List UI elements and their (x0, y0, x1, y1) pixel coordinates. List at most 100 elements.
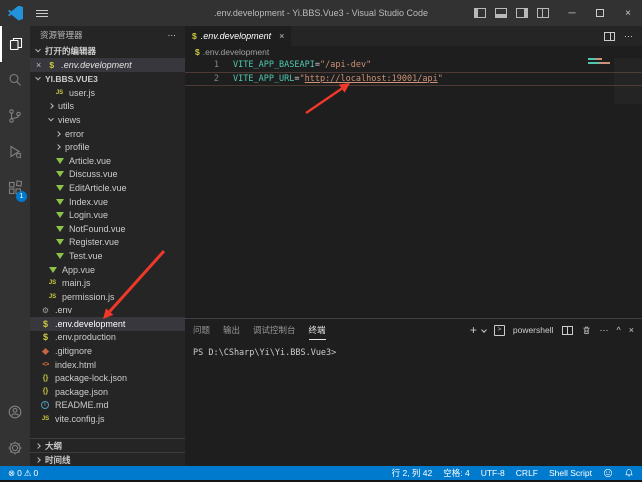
sidebar-item-run-debug[interactable] (0, 134, 30, 170)
minimize-button[interactable]: ─ (558, 0, 586, 26)
tree-item-user-js[interactable]: JSuser.js (30, 86, 185, 100)
status-item[interactable]: Shell Script (549, 468, 592, 478)
minimap[interactable] (588, 58, 612, 66)
run-debug-icon (7, 144, 23, 160)
warning-icon: ⚠ (24, 468, 32, 479)
timeline-section-header[interactable]: 时间线 (30, 452, 185, 466)
tree-item-label: .gitignore (55, 346, 92, 356)
minimap-slider[interactable] (614, 58, 642, 104)
tree-item-permission-js[interactable]: JSpermission.js (30, 290, 185, 304)
panel-tab-输出[interactable]: 输出 (223, 320, 240, 340)
tree-item--gitignore[interactable]: .gitignore (30, 344, 185, 358)
tab-label: .env.development (201, 31, 271, 41)
more-actions-icon[interactable]: ⋯ (168, 30, 178, 41)
terminal-output[interactable]: PS D:\CSharp\Yi\Yi.BBS.Vue3> (185, 341, 642, 466)
customize-layout-icon[interactable] (537, 8, 549, 18)
sidebar-item-search[interactable] (0, 62, 30, 98)
tree-item-profile[interactable]: profile (30, 140, 185, 154)
tree-item-vite-config-js[interactable]: JSvite.config.js (30, 412, 185, 426)
tree-item-discuss-vue[interactable]: Discuss.vue (30, 168, 185, 182)
status-item[interactable]: 行 2, 列 42 (392, 467, 433, 479)
status-item[interactable]: CRLF (516, 468, 538, 478)
breadcrumb-item[interactable]: .env.development (203, 47, 269, 57)
terminal-profile-label[interactable]: powershell (513, 325, 554, 335)
status-bar: ⊗ 0 ⚠ 0 行 2, 列 42 空格: 4 UTF-8 CRLF Shell Scr… (0, 466, 642, 480)
tree-item--env-production[interactable]: $ .env.production (30, 331, 185, 345)
tree-item-index-vue[interactable]: Index.vue (30, 195, 185, 209)
open-editor-item[interactable]: × $ .env.development (30, 58, 185, 72)
tree-item-register-vue[interactable]: Register.vue (30, 236, 185, 250)
project-section-header[interactable]: YI.BBS.VUE3 (30, 72, 185, 86)
tree-item-readme-md[interactable]: iREADME.md (30, 399, 185, 413)
editor-more-actions-icon[interactable]: ⋯ (624, 31, 633, 42)
close-editor-icon[interactable]: × (36, 60, 41, 70)
tree-item--env-development[interactable]: $.env.development (30, 317, 185, 331)
tree-item-editarticle-vue[interactable]: EditArticle.vue (30, 181, 185, 195)
menu-hamburger-icon[interactable] (36, 10, 48, 17)
panel-tab-终端[interactable]: 终端 (309, 320, 326, 340)
status-item[interactable]: UTF-8 (481, 468, 505, 478)
split-terminal-icon[interactable] (562, 326, 573, 335)
line-number: 2 (185, 73, 219, 86)
toggle-sidebar-icon[interactable] (474, 8, 486, 18)
maximize-panel-icon[interactable]: ^ (617, 325, 621, 335)
tree-item-article-vue[interactable]: Article.vue (30, 154, 185, 168)
panel-more-actions-icon[interactable]: ⋯ (600, 325, 609, 336)
url-link[interactable]: http://localhost:19001/api (305, 74, 438, 84)
new-terminal-icon[interactable]: + (470, 324, 477, 336)
tree-item-error[interactable]: error (30, 127, 185, 141)
sidebar-item-explorer[interactable] (0, 26, 30, 62)
env-file-icon: $ (40, 332, 51, 342)
panel-tab-问题[interactable]: 问题 (193, 320, 210, 340)
tree-item-app-vue[interactable]: App.vue (30, 263, 185, 277)
tree-item-utils[interactable]: utils (30, 100, 185, 114)
account-button[interactable] (0, 394, 30, 430)
close-tab-icon[interactable]: × (279, 31, 284, 41)
tree-item-views[interactable]: views (30, 113, 185, 127)
info-file-icon: i (41, 401, 49, 409)
settings-button[interactable] (0, 430, 30, 466)
tree-item-test-vue[interactable]: Test.vue (30, 249, 185, 263)
file-tree: JSuser.jsutils viewserrorprofileArticle.v… (30, 86, 185, 426)
status-item[interactable]: 空格: 4 (443, 467, 469, 479)
tree-item-login-vue[interactable]: Login.vue (30, 208, 185, 222)
tree-item-label: .env.production (55, 332, 116, 342)
html-file-icon: <> (40, 361, 51, 368)
open-editors-header[interactable]: 打开的编辑器 (30, 44, 185, 58)
notifications-bell-icon[interactable] (624, 468, 634, 478)
tree-item-label: utils (58, 101, 74, 111)
sidebar-item-source-control[interactable] (0, 98, 30, 134)
vue-file-icon (54, 226, 65, 232)
breadcrumb[interactable]: $ .env.development (185, 46, 642, 58)
code-editor[interactable]: 1 VITE_APP_BASEAPI="/api-dev" 2 VITE_APP… (185, 58, 642, 318)
tree-item-notfound-vue[interactable]: NotFound.vue (30, 222, 185, 236)
search-icon (7, 72, 23, 88)
tree-item-package-json[interactable]: {}package.json (30, 385, 185, 399)
tree-item-label: main.js (62, 278, 91, 288)
split-editor-icon[interactable] (604, 32, 615, 41)
problems-status[interactable]: ⊗ 0 ⚠ 0 (8, 468, 38, 479)
tree-item-main-js[interactable]: JSmain.js (30, 276, 185, 290)
chevron-right-icon (55, 144, 61, 150)
terminal-icon: > (494, 325, 505, 336)
panel-tab-调试控制台[interactable]: 调试控制台 (253, 320, 296, 340)
tree-item-package-lock-json[interactable]: {}package-lock.json (30, 371, 185, 385)
toggle-panel-icon[interactable] (495, 8, 507, 18)
feedback-smiley-icon[interactable] (603, 468, 613, 478)
sidebar-item-extensions[interactable]: 1 (0, 170, 30, 206)
tab-env-development[interactable]: $ .env.development × (185, 26, 291, 46)
maximize-button[interactable] (586, 0, 614, 26)
tree-item--env[interactable]: ⚙.env (30, 304, 185, 318)
close-panel-icon[interactable]: × (629, 325, 634, 335)
source-control-icon (7, 108, 23, 124)
env-file-icon: $ (195, 47, 200, 57)
outline-section-header[interactable]: 大纲 (30, 438, 185, 452)
tree-item-index-html[interactable]: <>index.html (30, 358, 185, 372)
close-window-button[interactable]: × (614, 0, 642, 26)
line-number: 1 (185, 59, 219, 72)
kill-terminal-trash-icon[interactable] (581, 325, 592, 336)
tree-item-label: user.js (69, 88, 95, 98)
title-bar: .env.development - Yi.BBS.Vue3 - Visual … (0, 0, 642, 26)
toggle-secondary-sidebar-icon[interactable] (516, 8, 528, 18)
terminal-profile-chevron-icon[interactable] (481, 327, 487, 333)
